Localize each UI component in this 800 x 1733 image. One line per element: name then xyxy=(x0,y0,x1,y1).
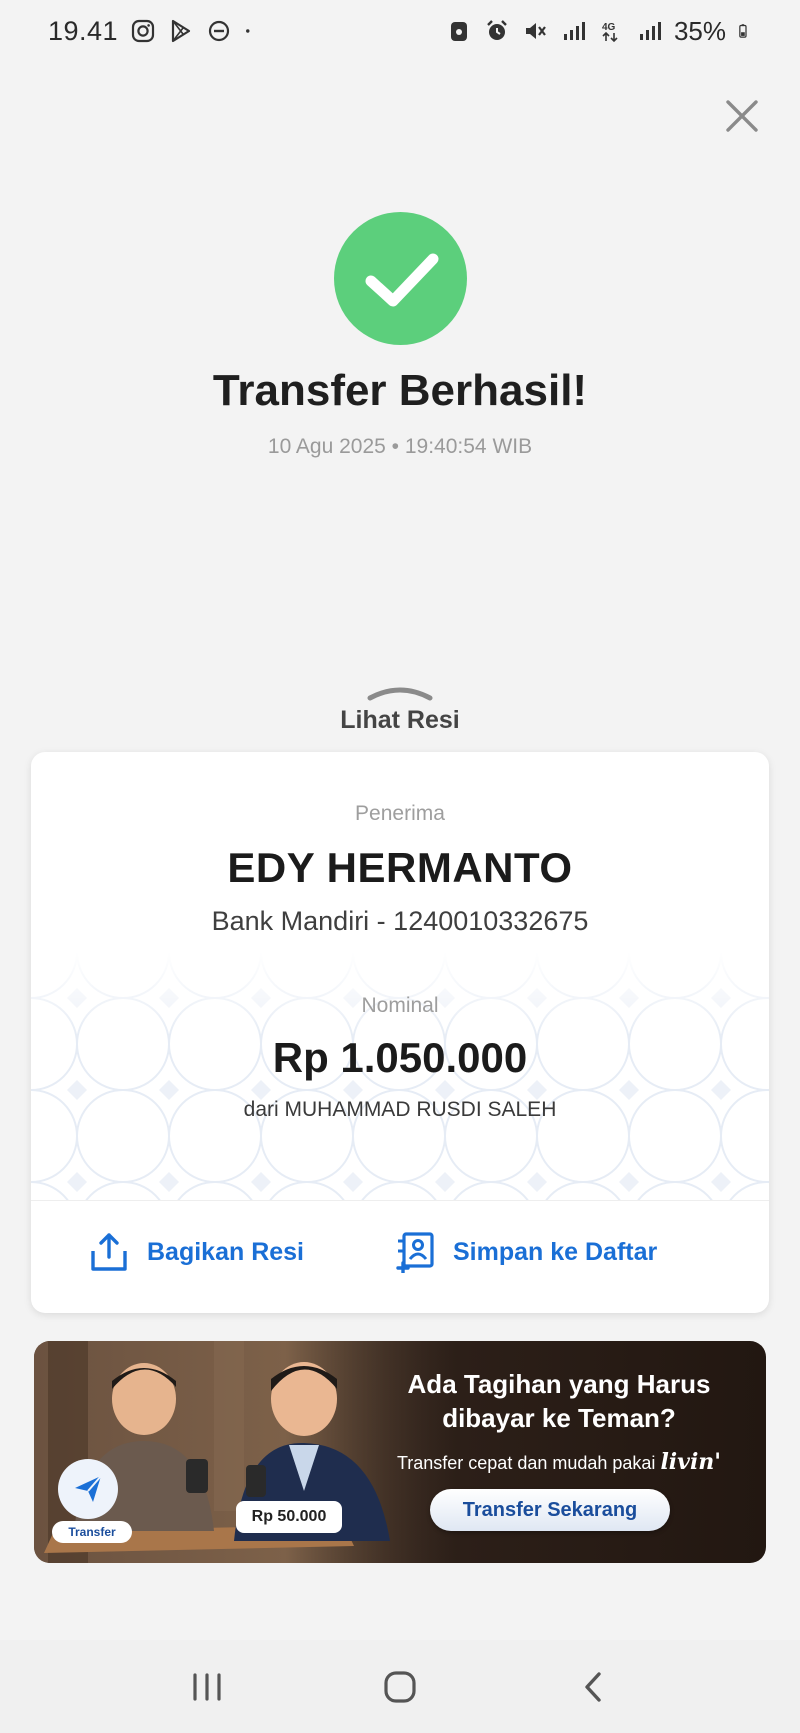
save-to-list-button[interactable]: Simpan ke Daftar xyxy=(395,1231,657,1273)
sender-name: dari MUHAMMAD RUSDI SALEH xyxy=(243,1098,557,1121)
recents-icon xyxy=(193,1672,221,1701)
receipt-card: Penerima EDY HERMANTO Bank Mandiri - 124… xyxy=(31,752,769,1313)
status-left: 19.41 xyxy=(48,16,258,47)
svg-text:4G: 4G xyxy=(602,22,616,33)
checkmark-icon xyxy=(365,253,438,306)
back-icon xyxy=(585,1671,602,1702)
dot-icon xyxy=(246,29,250,33)
recipient-name: EDY HERMANTO xyxy=(227,844,573,891)
amount-tag: Rp 50.000 xyxy=(236,1501,342,1533)
save-to-list-label: Simpan ke Daftar xyxy=(453,1237,658,1266)
recipient-label: Penerima xyxy=(355,802,445,825)
success-badge xyxy=(334,212,467,345)
battery-icon xyxy=(739,24,747,38)
receipt-toggle-label[interactable]: Lihat Resi xyxy=(0,706,800,735)
status-time: 19.41 xyxy=(48,15,119,46)
transfer-tag: Transfer xyxy=(52,1521,132,1543)
recents-button[interactable] xyxy=(177,1657,237,1717)
banner-headline-line2: dibayar ke Teman? xyxy=(442,1403,676,1433)
4g-icon: 4G xyxy=(602,22,618,43)
page-title: Transfer Berhasil! xyxy=(212,366,588,415)
alarm-icon xyxy=(487,20,507,40)
status-right: 4G 35% xyxy=(446,16,754,47)
share-receipt-button[interactable]: Bagikan Resi xyxy=(89,1231,304,1273)
share-icon xyxy=(91,1233,127,1271)
system-nav-bar xyxy=(0,1640,800,1733)
transaction-timestamp: 10 Agu 2025 • 19:40:54 WIB xyxy=(267,435,533,458)
transfer-amount: Rp 1.050.000 xyxy=(272,1034,528,1081)
promo-banner[interactable]: Transfer Rp 50.000 Ada Tagihan yang Haru… xyxy=(34,1341,766,1563)
amount-label: Nominal xyxy=(361,994,439,1017)
status-bar: 19.41 4G 35% xyxy=(0,0,800,62)
signal-icon xyxy=(639,22,661,40)
mute-icon xyxy=(525,23,546,39)
send-icon xyxy=(75,1475,102,1502)
transfer-now-button[interactable]: Transfer Sekarang xyxy=(430,1489,670,1531)
signal-icon xyxy=(563,22,585,40)
transfer-badge xyxy=(58,1459,118,1519)
app-icon xyxy=(450,22,467,41)
recipient-bank-account: Bank Mandiri - 1240010332675 xyxy=(211,906,589,936)
add-contact-icon xyxy=(396,1232,434,1273)
play-store-icon xyxy=(171,19,191,43)
home-button[interactable] xyxy=(370,1657,430,1717)
banner-sub-text: Transfer cepat dan mudah pakai xyxy=(396,1453,656,1473)
close-button[interactable] xyxy=(720,94,764,138)
close-icon xyxy=(726,100,758,132)
dnd-icon xyxy=(208,20,230,42)
banner-headline-line1: Ada Tagihan yang Harus xyxy=(407,1369,711,1399)
receipt-actions: Bagikan Resi Simpan ke Daftar xyxy=(31,1201,769,1313)
battery-percent: 35% xyxy=(673,15,726,46)
banner-subtext: Transfer cepat dan mudah pakai livin' xyxy=(364,1449,754,1475)
home-icon xyxy=(384,1670,416,1703)
livin-logo: livin' xyxy=(660,1449,722,1475)
banner-headline: Ada Tagihan yang Harus dibayar ke Teman? xyxy=(364,1367,754,1435)
share-receipt-label: Bagikan Resi xyxy=(147,1237,305,1266)
instagram-icon xyxy=(131,19,155,43)
back-button[interactable] xyxy=(563,1657,623,1717)
